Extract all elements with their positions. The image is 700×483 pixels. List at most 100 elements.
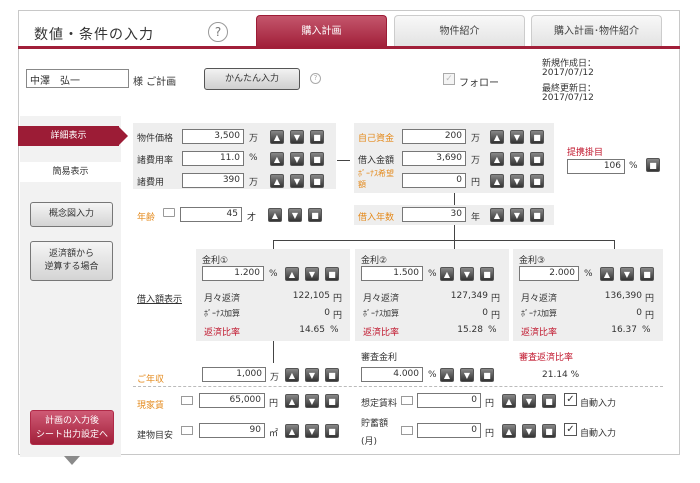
square-icon[interactable]: ■ (325, 267, 339, 281)
comment-icon[interactable] (401, 396, 413, 405)
rate-input[interactable]: 1.500 (361, 266, 423, 281)
down-arrow-icon[interactable]: ▼ (288, 208, 302, 222)
square-icon[interactable]: ■ (310, 130, 324, 144)
up-arrow-icon[interactable]: ▲ (270, 152, 284, 166)
square-icon[interactable]: ■ (325, 368, 339, 382)
page-title: 数値・条件の入力 (34, 27, 154, 43)
comment-icon[interactable] (181, 396, 193, 405)
rate-title: 金利① (202, 256, 229, 266)
down-arrow-icon[interactable]: ▼ (522, 394, 536, 408)
assumed-rent-input[interactable]: 0 (417, 393, 481, 408)
tab-plan-property[interactable]: 購入計画･物件紹介 (531, 15, 662, 47)
easy-input-button[interactable]: かんたん入力 (204, 68, 300, 90)
price-label: 物件価格 (137, 134, 174, 144)
down-arrow-icon[interactable]: ▼ (305, 424, 319, 438)
rent-input[interactable]: 65,000 (199, 393, 265, 408)
price-input[interactable]: 3,500 (182, 129, 244, 144)
up-arrow-icon[interactable]: ▲ (600, 267, 614, 281)
up-arrow-icon[interactable]: ▲ (285, 368, 299, 382)
square-icon[interactable]: ■ (480, 267, 494, 281)
up-arrow-icon[interactable]: ▲ (490, 130, 504, 144)
square-icon[interactable]: ■ (325, 394, 339, 408)
sidebar-item-detail[interactable]: 詳細表示 (18, 126, 119, 146)
up-arrow-icon[interactable]: ▲ (285, 424, 299, 438)
cost-input[interactable]: 390 (182, 173, 244, 188)
help-icon[interactable]: ? (310, 73, 321, 84)
customer-name-input[interactable]: 中澤 弘一 (26, 69, 129, 88)
sidebar-item-simple[interactable]: 簡易表示 (20, 162, 121, 182)
income-label: ご年収 (137, 375, 165, 385)
reverse-calc-button[interactable]: 返済額から 逆算する場合 (30, 241, 113, 281)
square-icon[interactable]: ■ (646, 158, 660, 172)
loan-display-link[interactable]: 借入額表示 (137, 292, 182, 305)
comment-icon[interactable] (401, 426, 413, 435)
down-arrow-icon[interactable]: ▼ (510, 130, 524, 144)
follow-checkbox[interactable]: ✓ (443, 73, 455, 85)
bonus-add-value: 0 (324, 308, 330, 318)
up-arrow-icon[interactable]: ▲ (490, 152, 504, 166)
up-arrow-icon[interactable]: ▲ (440, 267, 454, 281)
auto-input-checkbox[interactable]: ✓ (564, 393, 577, 406)
down-arrow-icon[interactable]: ▼ (290, 174, 304, 188)
tab-purchase-plan[interactable]: 購入計画 (256, 15, 387, 47)
down-arrow-icon[interactable]: ▼ (305, 394, 319, 408)
guarantee-label: 提携掛目 (567, 148, 604, 158)
up-arrow-icon[interactable]: ▲ (285, 267, 299, 281)
header-divider (18, 46, 680, 49)
up-arrow-icon[interactable]: ▲ (490, 174, 504, 188)
square-icon[interactable]: ■ (480, 368, 494, 382)
overview-input-button[interactable]: 概念図入力 (30, 202, 113, 227)
square-icon[interactable]: ■ (640, 267, 654, 281)
down-arrow-icon[interactable]: ▼ (290, 130, 304, 144)
own-funds-input[interactable]: 200 (402, 129, 466, 144)
square-icon[interactable]: ■ (542, 394, 556, 408)
down-arrow-icon[interactable]: ▼ (510, 152, 524, 166)
up-arrow-icon[interactable]: ▲ (440, 368, 454, 382)
building-input[interactable]: 90 (199, 423, 265, 438)
down-arrow-icon[interactable]: ▼ (305, 368, 319, 382)
up-arrow-icon[interactable]: ▲ (270, 130, 284, 144)
up-arrow-icon[interactable]: ▲ (285, 394, 299, 408)
up-arrow-icon[interactable]: ▲ (490, 208, 504, 222)
down-arrow-icon[interactable]: ▼ (522, 424, 536, 438)
square-icon[interactable]: ■ (325, 424, 339, 438)
down-arrow-icon[interactable]: ▼ (510, 174, 524, 188)
down-arrow-icon[interactable]: ▼ (620, 267, 634, 281)
square-icon[interactable]: ■ (530, 152, 544, 166)
down-arrow-icon[interactable]: ▼ (305, 267, 319, 281)
down-arrow-icon[interactable]: ▼ (460, 368, 474, 382)
auto-input-checkbox[interactable]: ✓ (564, 423, 577, 436)
sheet-output-button[interactable]: 計画の入力後 シート出力設定へ (30, 410, 114, 445)
square-icon[interactable]: ■ (310, 152, 324, 166)
rate-input[interactable]: 2.000 (519, 266, 579, 281)
up-arrow-icon[interactable]: ▲ (268, 208, 282, 222)
help-icon[interactable]: ? (208, 22, 228, 42)
comment-icon[interactable] (163, 208, 175, 217)
up-arrow-icon[interactable]: ▲ (502, 394, 516, 408)
square-icon[interactable]: ■ (542, 424, 556, 438)
review-rate-input[interactable]: 4.000 (361, 367, 423, 382)
savings-input[interactable]: 0 (417, 423, 481, 438)
building-label: 建物目安 (137, 431, 174, 441)
down-arrow-icon[interactable]: ▼ (290, 152, 304, 166)
ratio-input[interactable]: 11.0 (182, 151, 244, 166)
age-input[interactable]: 45 (180, 207, 242, 222)
loan-input[interactable]: 3,690 (402, 151, 466, 166)
guarantee-input[interactable]: 106 (567, 159, 625, 174)
up-arrow-icon[interactable]: ▲ (270, 174, 284, 188)
square-icon[interactable]: ■ (530, 174, 544, 188)
down-arrow-icon[interactable]: ▼ (460, 267, 474, 281)
rate-input[interactable]: 1.200 (202, 266, 264, 281)
tab-property[interactable]: 物件紹介 (394, 15, 525, 47)
square-icon[interactable]: ■ (310, 174, 324, 188)
comment-icon[interactable] (181, 426, 193, 435)
bonus-input[interactable]: 0 (402, 173, 466, 188)
years-input[interactable]: 30 (402, 207, 466, 222)
down-arrow-icon[interactable]: ▼ (510, 208, 524, 222)
up-arrow-icon[interactable]: ▲ (502, 424, 516, 438)
bonus-label: ﾎﾞｰﾅｽ希望額 (358, 169, 394, 189)
income-input[interactable]: 1,000 (202, 367, 266, 382)
square-icon[interactable]: ■ (530, 208, 544, 222)
square-icon[interactable]: ■ (308, 208, 322, 222)
square-icon[interactable]: ■ (530, 130, 544, 144)
